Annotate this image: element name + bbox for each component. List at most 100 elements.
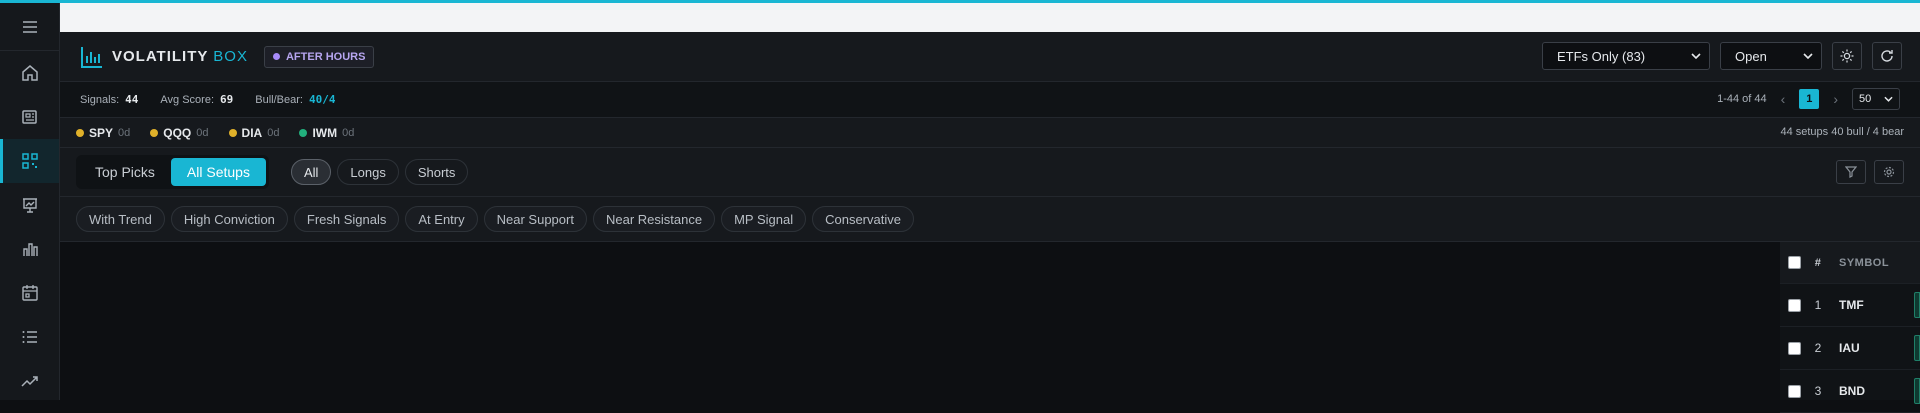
page-1-button[interactable]: 1 <box>1799 89 1820 109</box>
table-header: # SYMBOL <box>1780 242 1920 284</box>
ticker-status-dot-icon <box>299 128 308 137</box>
row-checkbox[interactable] <box>1788 341 1801 355</box>
stat-avg-score-value: 69 <box>220 93 234 106</box>
pagination-range: 1-44 of 44 <box>1717 93 1767 105</box>
table-row[interactable]: 3 BND <box>1780 370 1920 413</box>
ticker-age: 0d <box>118 126 131 139</box>
chevron-down-icon <box>1691 53 1701 59</box>
scanner-icon <box>21 153 38 169</box>
stat-signals-label: Signals: <box>80 94 120 106</box>
presentation-chart-icon <box>22 198 37 213</box>
sidebar-item-home[interactable] <box>0 51 59 95</box>
pagination: 1-44 of 44 ‹ 1 › 50 <box>1717 88 1900 110</box>
filter-conservative[interactable]: Conservative <box>812 206 914 232</box>
hamburger-icon <box>22 20 37 33</box>
select-all-checkbox[interactable] <box>1788 256 1801 269</box>
logo-text: VOLATILITY BOX <box>112 48 248 65</box>
direction-filter: All Longs Shorts <box>290 159 469 185</box>
row-checkbox[interactable] <box>1788 298 1801 312</box>
sidebar-item-calendar[interactable] <box>0 271 59 315</box>
sidebar-item-scanner[interactable] <box>0 139 59 183</box>
browser-banner <box>60 3 1920 32</box>
table-row[interactable]: 1 TMF <box>1780 284 1920 327</box>
row-symbol: BND <box>1839 384 1865 398</box>
filter-icon <box>1845 166 1857 178</box>
ticker-iwm[interactable]: IWM 0d <box>299 126 354 140</box>
ticker-symbol: QQQ <box>163 125 192 140</box>
stat-bull-bear-label: Bull/Bear: <box>255 94 303 106</box>
direction-shorts[interactable]: Shorts <box>404 159 469 185</box>
filter-near-resistance[interactable]: Near Resistance <box>592 206 716 232</box>
sidebar-item-charts[interactable] <box>0 227 59 271</box>
sidebar-item-list[interactable] <box>0 315 59 359</box>
ticker-age: 0d <box>342 126 355 139</box>
setup-summary: 44 setups 40 bull / 4 bear <box>1780 126 1904 138</box>
next-page-button[interactable]: › <box>1833 91 1838 107</box>
stat-avg-score: Avg Score: 69 <box>160 93 233 106</box>
refresh-button[interactable] <box>1872 42 1902 70</box>
stat-bull-bear: Bull/Bear: 40/4 <box>255 93 335 106</box>
trending-up-icon <box>20 376 38 387</box>
ticker-spy[interactable]: SPY 0d <box>76 126 130 140</box>
stat-avg-score-label: Avg Score: <box>160 94 214 106</box>
chevron-down-icon <box>1803 53 1813 59</box>
tab-top-picks[interactable]: Top Picks <box>79 158 171 186</box>
direction-longs[interactable]: Longs <box>337 159 399 185</box>
tab-all-setups[interactable]: All Setups <box>170 158 266 186</box>
stats-bar: Signals: 44 Avg Score: 69 Bull/Bear: 40/4 1… <box>60 82 1920 118</box>
main-area: VOLATILITY BOX AFTER HOURS ETFs Only (83… <box>60 3 1920 413</box>
column-symbol[interactable]: SYMBOL <box>1839 257 1899 269</box>
app-header: VOLATILITY BOX AFTER HOURS ETFs Only (83… <box>60 32 1920 82</box>
logo-main: VOLATILITY <box>112 48 209 65</box>
logo-chart-icon <box>81 46 102 68</box>
sidebar <box>0 3 60 400</box>
prev-page-button[interactable]: ‹ <box>1781 91 1786 107</box>
filter-fresh-signals[interactable]: Fresh Signals <box>293 206 400 232</box>
direction-all[interactable]: All <box>290 159 332 185</box>
universe-select[interactable]: ETFs Only (83) <box>1542 42 1710 70</box>
sidebar-item-presentation[interactable] <box>0 183 59 227</box>
logo[interactable]: VOLATILITY BOX <box>80 45 248 69</box>
sun-icon <box>1840 49 1854 63</box>
ticker-age: 0d <box>196 126 209 139</box>
row-index: 1 <box>1814 298 1822 312</box>
table-tools <box>1836 160 1904 184</box>
header-controls: ETFs Only (83) Open <box>1542 42 1902 70</box>
filter-with-trend[interactable]: With Trend <box>76 206 165 232</box>
session-dot-icon <box>272 53 280 60</box>
stat-bull-bear-value: 40/4 <box>308 93 336 106</box>
filter-mp-signal[interactable]: MP Signal <box>721 206 807 232</box>
home-icon <box>21 65 38 81</box>
sidebar-item-trends[interactable] <box>0 359 59 403</box>
menu-button[interactable] <box>0 3 59 51</box>
theme-toggle-button[interactable] <box>1832 42 1862 70</box>
row-symbol: TMF <box>1839 298 1864 312</box>
page-size-value: 50 <box>1859 93 1872 105</box>
session-badge: AFTER HOURS <box>263 45 375 68</box>
ticker-qqq[interactable]: QQQ 0d <box>150 125 209 140</box>
row-index: 3 <box>1814 384 1822 398</box>
stat-signals: Signals: 44 <box>80 93 138 106</box>
settings-button[interactable] <box>1874 160 1904 184</box>
table-row[interactable]: 2 IAU <box>1780 327 1920 370</box>
ticker-symbol: DIA <box>241 125 263 140</box>
results-area: # SYMBOL 1 TMF 2 IAU 3 BND <box>60 242 1920 413</box>
chevron-down-icon <box>1884 96 1893 102</box>
status-select-value: Open <box>1735 48 1767 64</box>
page-size-select[interactable]: 50 <box>1852 88 1900 110</box>
filter-high-conviction[interactable]: High Conviction <box>170 206 288 232</box>
filter-button[interactable] <box>1836 160 1866 184</box>
filter-near-support[interactable]: Near Support <box>483 206 587 232</box>
sidebar-item-news[interactable] <box>0 95 59 139</box>
bar-chart-icon <box>22 243 38 256</box>
ticker-age: 0d <box>267 126 280 139</box>
universe-select-value: ETFs Only (83) <box>1557 48 1646 64</box>
setups-table: # SYMBOL 1 TMF 2 IAU 3 BND <box>1780 242 1920 413</box>
ticker-dia[interactable]: DIA 0d <box>228 125 280 140</box>
status-select[interactable]: Open <box>1720 42 1822 70</box>
filter-at-entry[interactable]: At Entry <box>405 206 478 232</box>
column-index: # <box>1814 256 1822 269</box>
ticker-status-dot-icon <box>76 128 84 137</box>
ticker-symbol: IWM <box>312 125 338 140</box>
row-checkbox[interactable] <box>1788 384 1801 398</box>
